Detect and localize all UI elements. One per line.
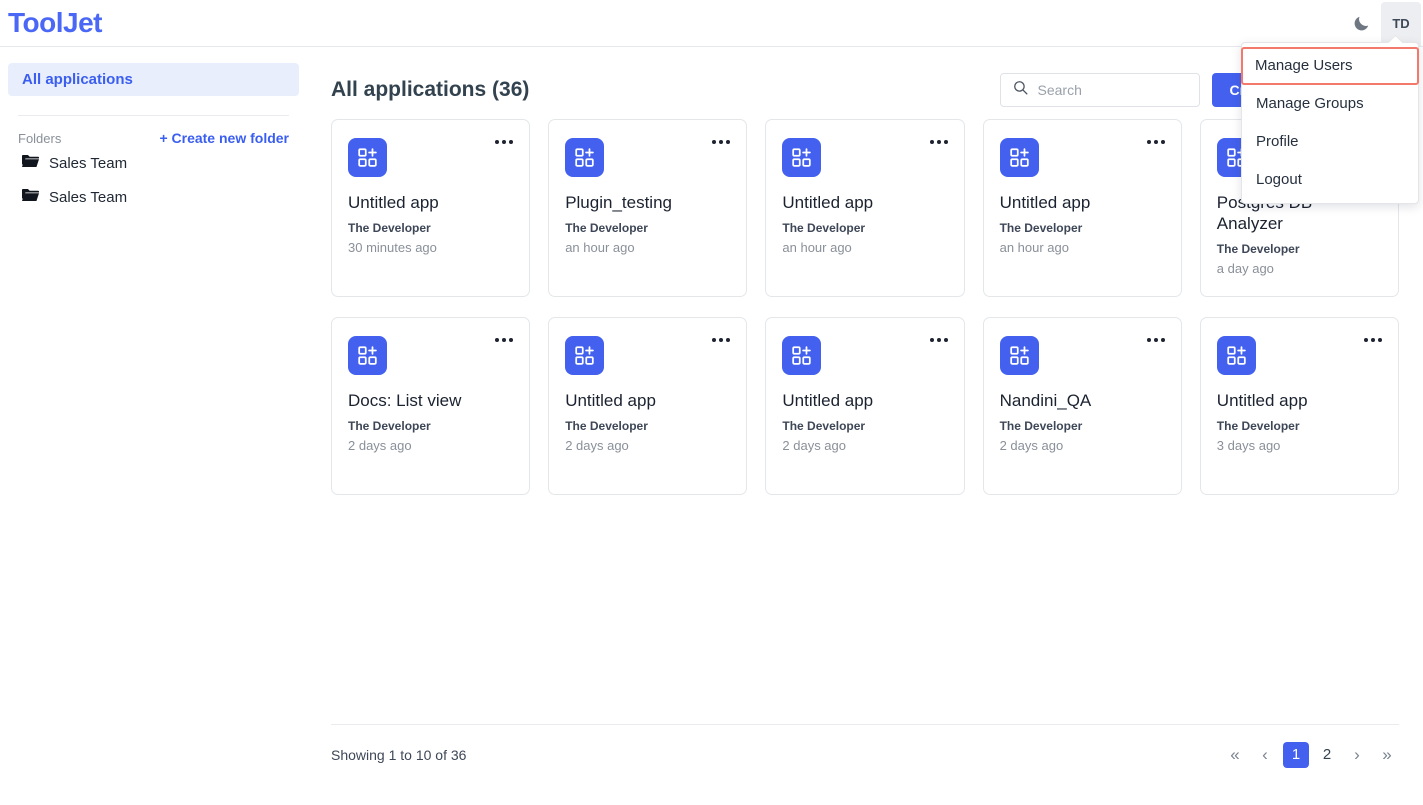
app-grid-plus-icon bbox=[782, 138, 821, 177]
topbar-right-actions: TD bbox=[1341, 0, 1423, 47]
app-card-menu-button[interactable] bbox=[1364, 338, 1382, 342]
app-card[interactable]: Docs: List view The Developer 2 days ago bbox=[331, 317, 530, 495]
folder-label: Sales Team bbox=[49, 155, 127, 172]
app-card-name: Untitled app bbox=[782, 390, 947, 411]
app-card[interactable]: Untitled app The Developer 3 days ago bbox=[1200, 317, 1399, 495]
app-card-name: Plugin_testing bbox=[565, 192, 730, 213]
app-card-name: Docs: List view bbox=[348, 390, 513, 411]
create-new-folder-button[interactable]: + Create new folder bbox=[159, 130, 289, 146]
app-card-author: The Developer bbox=[782, 221, 947, 235]
menu-item-logout[interactable]: Logout bbox=[1242, 161, 1418, 199]
app-card-author: The Developer bbox=[1217, 242, 1382, 256]
app-card-author: The Developer bbox=[565, 419, 730, 433]
page-title: All applications (36) bbox=[331, 78, 529, 102]
app-card-menu-button[interactable] bbox=[712, 140, 730, 144]
pagination-page-1[interactable]: 1 bbox=[1283, 742, 1309, 768]
app-card[interactable]: Plugin_testing The Developer an hour ago bbox=[548, 119, 747, 297]
app-card-timestamp: an hour ago bbox=[1000, 240, 1165, 255]
app-card[interactable]: Untitled app The Developer an hour ago bbox=[983, 119, 1182, 297]
menu-item-manage-users[interactable]: Manage Users bbox=[1241, 47, 1419, 85]
app-card-timestamp: 2 days ago bbox=[1000, 438, 1165, 453]
pagination-page-2[interactable]: 2 bbox=[1315, 742, 1339, 768]
app-card-timestamp: 2 days ago bbox=[348, 438, 513, 453]
app-card-author: The Developer bbox=[1217, 419, 1382, 433]
app-card-timestamp: 2 days ago bbox=[782, 438, 947, 453]
folders-label: Folders bbox=[18, 131, 61, 146]
footer: Showing 1 to 10 of 36 « ‹ 1 2 › » bbox=[331, 724, 1399, 784]
app-card-timestamp: a day ago bbox=[1217, 261, 1382, 276]
app-grid-plus-icon bbox=[1217, 336, 1256, 375]
app-card-timestamp: 30 minutes ago bbox=[348, 240, 513, 255]
app-grid-plus-icon bbox=[348, 336, 387, 375]
search-input[interactable] bbox=[1038, 82, 1178, 98]
app-card-name: Untitled app bbox=[1217, 390, 1382, 411]
app-card-name: Nandini_QA bbox=[1000, 390, 1165, 411]
app-card-author: The Developer bbox=[782, 419, 947, 433]
sidebar-folder-item[interactable]: Sales Team bbox=[8, 146, 299, 180]
app-card-menu-button[interactable] bbox=[930, 140, 948, 144]
app-card-author: The Developer bbox=[348, 419, 513, 433]
sidebar: All applications Folders + Create new fo… bbox=[0, 47, 307, 805]
search-box[interactable] bbox=[1000, 73, 1200, 107]
app-card[interactable]: Untitled app The Developer 2 days ago bbox=[548, 317, 747, 495]
app-card-timestamp: 2 days ago bbox=[565, 438, 730, 453]
app-card-menu-button[interactable] bbox=[930, 338, 948, 342]
avatar[interactable]: TD bbox=[1381, 2, 1421, 46]
app-card-name: Untitled app bbox=[348, 192, 513, 213]
pagination: « ‹ 1 2 › » bbox=[1223, 742, 1399, 768]
app-card-timestamp: 3 days ago bbox=[1217, 438, 1382, 453]
app-card-author: The Developer bbox=[565, 221, 730, 235]
app-card-name: Untitled app bbox=[1000, 192, 1165, 213]
app-card-timestamp: an hour ago bbox=[782, 240, 947, 255]
app-card[interactable]: Nandini_QA The Developer 2 days ago bbox=[983, 317, 1182, 495]
pagination-prev-button[interactable]: ‹ bbox=[1253, 742, 1277, 768]
user-menu-dropdown: Manage Users Manage Groups Profile Logou… bbox=[1241, 42, 1419, 204]
menu-item-profile[interactable]: Profile bbox=[1242, 123, 1418, 161]
moon-icon[interactable] bbox=[1341, 4, 1381, 44]
app-grid-plus-icon bbox=[1000, 336, 1039, 375]
sidebar-item-label: All applications bbox=[22, 71, 133, 88]
folder-icon bbox=[22, 154, 39, 172]
app-card-author: The Developer bbox=[348, 221, 513, 235]
app-grid-plus-icon bbox=[348, 138, 387, 177]
app-card-menu-button[interactable] bbox=[712, 338, 730, 342]
app-card-timestamp: an hour ago bbox=[565, 240, 730, 255]
tooljet-logo[interactable]: ToolJet bbox=[8, 7, 102, 39]
app-card[interactable]: Untitled app The Developer an hour ago bbox=[765, 119, 964, 297]
app-card-menu-button[interactable] bbox=[495, 338, 513, 342]
app-card[interactable]: Untitled app The Developer 30 minutes ag… bbox=[331, 119, 530, 297]
pagination-first-button[interactable]: « bbox=[1223, 742, 1247, 768]
menu-item-manage-groups[interactable]: Manage Groups bbox=[1242, 85, 1418, 123]
app-card-name: Untitled app bbox=[782, 192, 947, 213]
folder-label: Sales Team bbox=[49, 189, 127, 206]
app-card-author: The Developer bbox=[1000, 221, 1165, 235]
app-card-name: Untitled app bbox=[565, 390, 730, 411]
folder-icon bbox=[22, 188, 39, 206]
pagination-last-button[interactable]: » bbox=[1375, 742, 1399, 768]
app-grid-plus-icon bbox=[565, 336, 604, 375]
search-icon bbox=[1012, 79, 1029, 101]
pagination-next-button[interactable]: › bbox=[1345, 742, 1369, 768]
app-grid-plus-icon bbox=[1000, 138, 1039, 177]
app-grid-plus-icon bbox=[782, 336, 821, 375]
folders-header: Folders + Create new folder bbox=[8, 116, 299, 146]
showing-count: Showing 1 to 10 of 36 bbox=[331, 747, 466, 763]
app-card-menu-button[interactable] bbox=[1147, 338, 1165, 342]
app-card[interactable]: Untitled app The Developer 2 days ago bbox=[765, 317, 964, 495]
app-grid-plus-icon bbox=[565, 138, 604, 177]
sidebar-item-all-applications[interactable]: All applications bbox=[8, 63, 299, 96]
top-bar: ToolJet TD bbox=[0, 0, 1423, 47]
app-card-menu-button[interactable] bbox=[1147, 140, 1165, 144]
sidebar-folder-item[interactable]: Sales Team bbox=[8, 180, 299, 214]
app-card-menu-button[interactable] bbox=[495, 140, 513, 144]
app-card-author: The Developer bbox=[1000, 419, 1165, 433]
